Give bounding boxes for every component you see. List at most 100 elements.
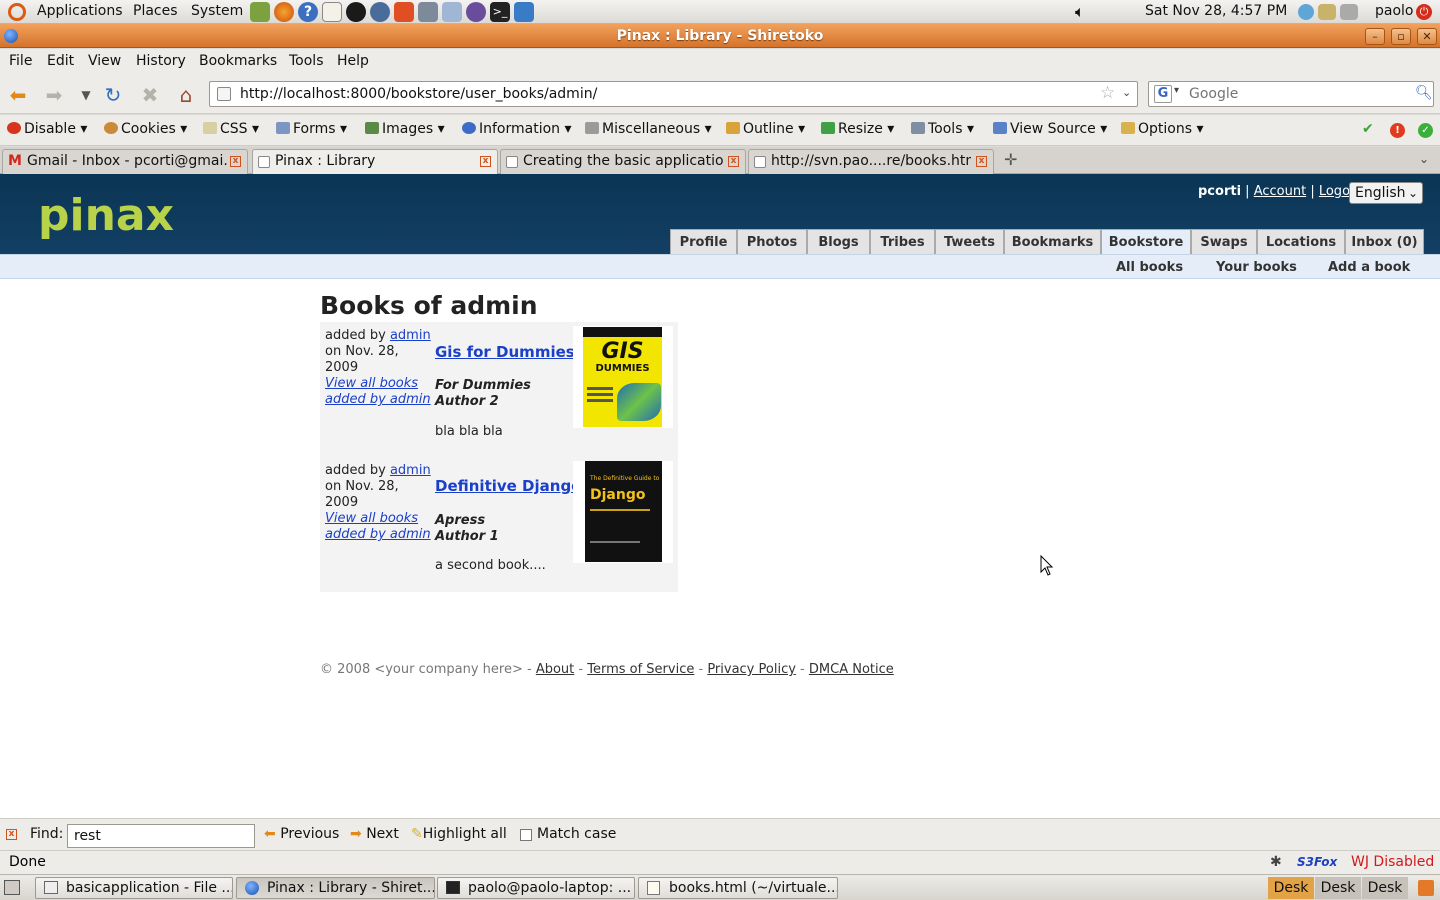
devbar-information[interactable]: Information ▾ (462, 115, 572, 145)
highlight-all-button[interactable]: ✎Highlight all (411, 819, 507, 850)
task-terminal[interactable]: paolo@paolo-laptop: ... (437, 877, 635, 899)
places-menu[interactable]: Places (133, 0, 178, 24)
devbar-disable[interactable]: Disable ▾ (7, 115, 87, 145)
nav-tab-locations[interactable]: Locations (1257, 229, 1345, 254)
network-status-icon[interactable] (1298, 4, 1314, 20)
engine-dropdown-icon[interactable]: ▾ (1174, 85, 1179, 96)
tab-close-icon[interactable]: x (728, 156, 739, 167)
devbar-tools[interactable]: Tools ▾ (911, 115, 974, 145)
close-findbar-icon[interactable]: x (6, 829, 17, 840)
accessibility-ok-icon[interactable]: ✓ (1418, 123, 1433, 138)
tab-list-icon[interactable]: ⌄ (1419, 152, 1429, 166)
nav-tab-profile[interactable]: Profile (670, 229, 737, 254)
devbar-resize[interactable]: Resize ▾ (821, 115, 894, 145)
nav-tab-bookstore[interactable]: Bookstore (1101, 229, 1191, 254)
new-tab-icon[interactable]: ✛ (1004, 150, 1017, 169)
system-menu[interactable]: System (191, 0, 243, 24)
close-window-button[interactable]: ✕ (1417, 28, 1437, 45)
back-arrow-icon[interactable]: ⬅ (6, 83, 30, 107)
devbar-css[interactable]: CSS ▾ (203, 115, 259, 145)
wireless-icon[interactable] (1340, 4, 1358, 20)
database-icon[interactable] (514, 2, 534, 22)
subnav-all-books[interactable]: All books (1116, 255, 1183, 280)
book-cover[interactable]: The Definitive Guide to Django (573, 461, 673, 563)
menu-help[interactable]: Help (337, 49, 369, 74)
forward-arrow-icon[interactable]: ➡ (42, 83, 66, 107)
html-error-icon[interactable]: ! (1390, 123, 1405, 138)
devbar-images[interactable]: Images ▾ (365, 115, 445, 145)
task-firefox[interactable]: Pinax : Library - Shiret... (236, 877, 435, 899)
computer-icon[interactable] (418, 2, 438, 22)
view-all-books-link[interactable]: View all books (325, 511, 418, 526)
url-dropdown-icon[interactable]: ⌄ (1122, 86, 1131, 99)
view-all-books-link-cont[interactable]: added by admin (325, 392, 431, 407)
search-bar[interactable]: G ▾ 🔍︎ (1148, 81, 1434, 107)
language-select[interactable]: English ⌄ (1349, 182, 1423, 204)
volume-icon[interactable]: 🔈︎ (1075, 0, 1085, 24)
addon-icon[interactable] (394, 2, 414, 22)
clock[interactable]: Sat Nov 28, 4:57 PM (1145, 0, 1287, 24)
nav-tab-inbox[interactable]: Inbox (0) (1345, 229, 1424, 254)
workspace-desk-1[interactable]: Desk 1 (1268, 877, 1314, 899)
book-title-link[interactable]: Gis for Dummies (435, 343, 575, 361)
added-by-user-link[interactable]: admin (390, 463, 431, 478)
devbar-miscellaneous[interactable]: Miscellaneous ▾ (585, 115, 712, 145)
footer-dmca-link[interactable]: DMCA Notice (809, 662, 894, 677)
account-link[interactable]: Account (1254, 184, 1307, 199)
tab-close-icon[interactable]: x (230, 156, 241, 167)
search-magnifier-icon[interactable]: 🔍︎ (1415, 85, 1433, 101)
google-engine-icon[interactable]: G (1154, 85, 1172, 103)
nav-tab-bookmarks[interactable]: Bookmarks (1004, 229, 1101, 254)
trash-icon[interactable] (1418, 880, 1434, 896)
wj-disabled-label[interactable]: WJ Disabled (1351, 851, 1434, 873)
menu-edit[interactable]: Edit (47, 49, 74, 74)
devbar-options[interactable]: Options ▾ (1121, 115, 1204, 145)
css-valid-icon[interactable]: ✔ (1362, 115, 1374, 145)
workspace-desk-3[interactable]: Desk 3 (1362, 877, 1408, 899)
maximize-button[interactable]: ▫ (1391, 28, 1411, 45)
firefox-icon[interactable] (274, 2, 294, 22)
workspace-desk-2[interactable]: Desk 2 (1315, 877, 1361, 899)
tab-close-icon[interactable]: x (976, 156, 987, 167)
tab-pinax-library[interactable]: Pinax : Library x (252, 149, 498, 175)
devbar-view-source[interactable]: View Source ▾ (993, 115, 1107, 145)
nav-tab-tribes[interactable]: Tribes (870, 229, 935, 254)
devbar-outline[interactable]: Outline ▾ (726, 115, 805, 145)
power-icon[interactable]: ⏻ (1416, 4, 1432, 20)
tab-gmail[interactable]: M Gmail - Inbox - pcorti@gmai... x (2, 149, 248, 174)
chat-icon[interactable] (466, 2, 486, 22)
devbar-cookies[interactable]: Cookies ▾ (104, 115, 187, 145)
book-cover[interactable]: GIS DUMMIES (573, 326, 673, 428)
match-case-checkbox[interactable] (520, 829, 532, 841)
search-input[interactable] (1189, 85, 1409, 103)
url-text[interactable]: http://localhost:8000/bookstore/user_boo… (240, 82, 597, 106)
find-next-button[interactable]: ➡ Next (350, 819, 399, 850)
text-editor-icon[interactable] (322, 2, 342, 22)
reload-icon[interactable]: ↻ (101, 83, 125, 107)
nav-tab-photos[interactable]: Photos (737, 229, 807, 254)
menu-file[interactable]: File (9, 49, 32, 74)
footer-terms-link[interactable]: Terms of Service (587, 662, 694, 677)
network-icon[interactable] (370, 2, 390, 22)
menu-bookmarks[interactable]: Bookmarks (199, 49, 277, 74)
menu-history[interactable]: History (136, 49, 186, 74)
task-text-editor[interactable]: books.html (~/virtuale... (638, 877, 838, 899)
tab-close-icon[interactable]: x (480, 156, 491, 167)
find-input[interactable] (67, 824, 255, 848)
nav-tab-tweets[interactable]: Tweets (935, 229, 1004, 254)
pinax-logo[interactable]: pinax (38, 190, 174, 241)
mail-icon[interactable] (1318, 4, 1336, 20)
task-file-manager[interactable]: basicapplication - File ... (35, 877, 233, 899)
applications-menu[interactable]: Applications (37, 0, 123, 24)
window-titlebar[interactable]: Pinax : Library - Shiretoko – ▫ ✕ (0, 24, 1440, 48)
bookmark-star-icon[interactable]: ☆ (1100, 83, 1115, 103)
show-desktop-icon[interactable] (4, 880, 20, 895)
user-name[interactable]: paolo (1375, 0, 1414, 24)
view-all-books-link[interactable]: View all books (325, 376, 418, 391)
footer-about-link[interactable]: About (536, 662, 574, 677)
site-identity-icon[interactable] (217, 87, 231, 101)
launcher-icon[interactable] (250, 2, 270, 22)
nav-tab-blogs[interactable]: Blogs (807, 229, 870, 254)
view-all-books-link-cont[interactable]: added by admin (325, 527, 431, 542)
minimize-button[interactable]: – (1365, 28, 1385, 45)
